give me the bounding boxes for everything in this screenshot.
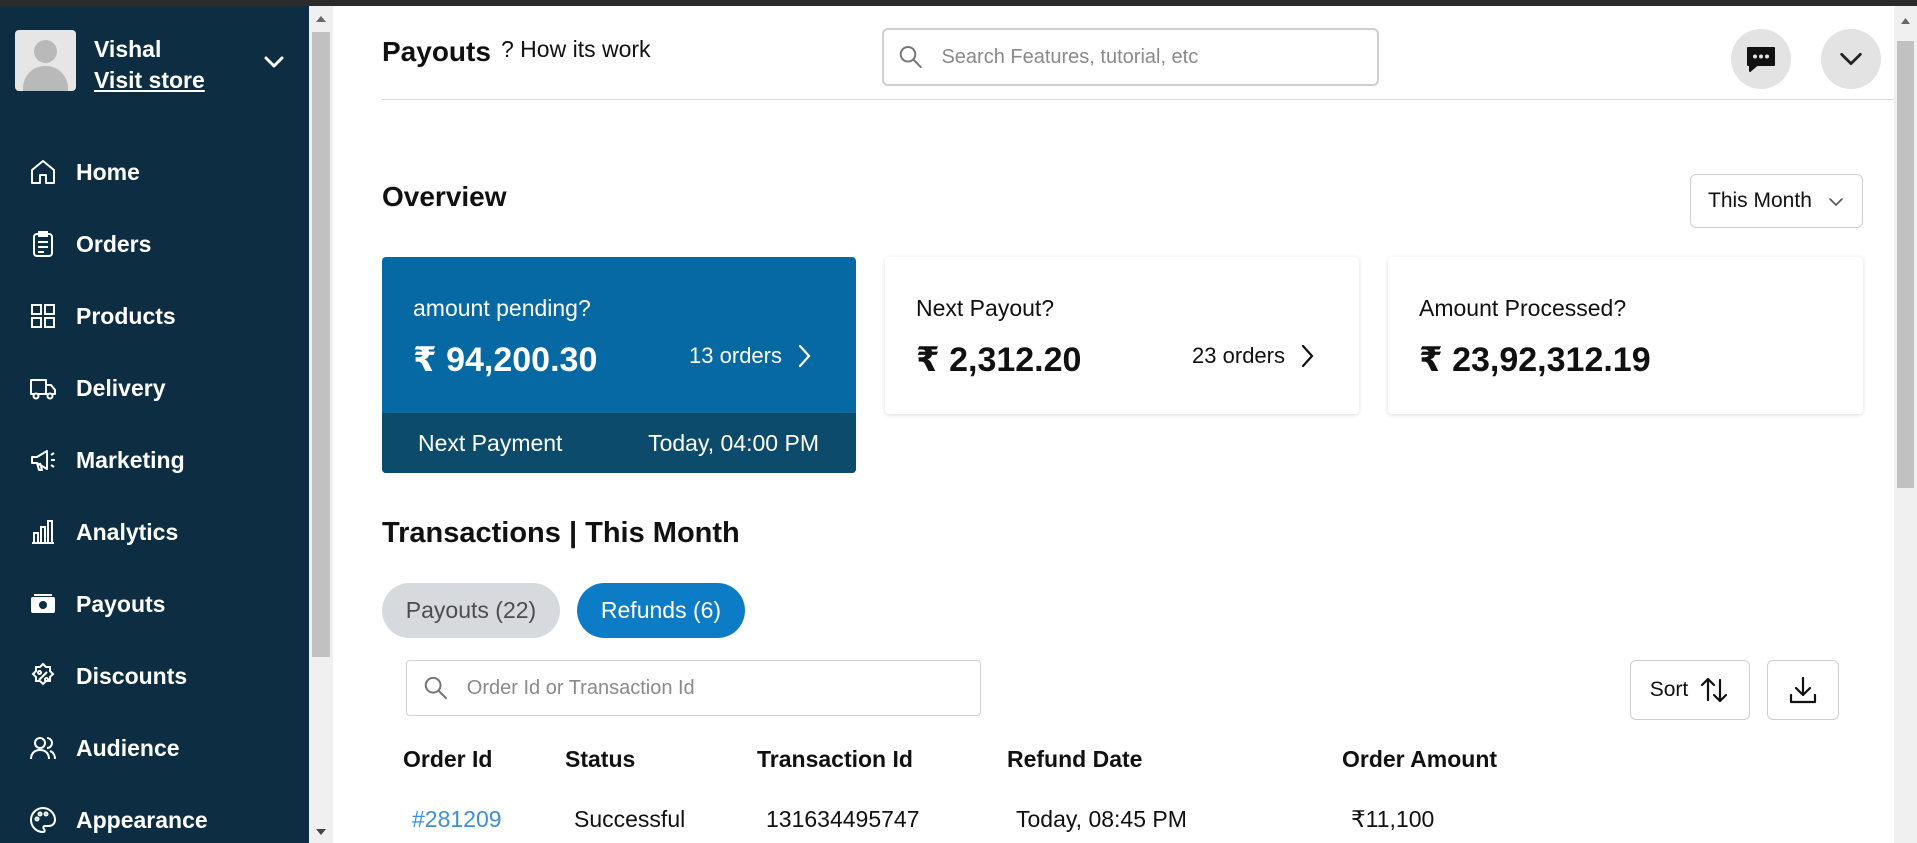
sidebar-item-label: Products <box>76 302 176 329</box>
download-button[interactable] <box>1767 660 1839 720</box>
sidebar-item-home[interactable]: Home <box>0 136 309 208</box>
sidebar-item-marketing[interactable]: Marketing <box>0 424 309 496</box>
tab-refunds[interactable]: Refunds (6) <box>577 583 745 638</box>
scroll-up-arrow-icon[interactable] <box>1900 16 1911 26</box>
column-header-refund-date: Refund Date <box>1007 746 1143 772</box>
chat-icon <box>1747 47 1775 72</box>
order-id-link[interactable]: #281209 <box>412 806 502 833</box>
search-icon <box>899 46 922 68</box>
sidebar-item-label: Marketing <box>76 446 185 473</box>
payouts-icon <box>31 594 55 613</box>
column-header-order-amount: Order Amount <box>1342 746 1498 772</box>
top-header: Payouts ? How its work <box>333 6 1894 112</box>
tab-payouts[interactable]: Payouts (22) <box>382 583 560 638</box>
overview-title: Overview <box>382 181 507 212</box>
column-header-order-id: Order Id <box>403 746 493 772</box>
download-icon <box>1789 676 1817 704</box>
chevron-down-icon[interactable] <box>262 50 286 74</box>
sort-arrows-icon <box>1701 677 1728 703</box>
profile-name: Vishal <box>94 36 162 62</box>
card-amount: ₹ 23,92,312.19 <box>1419 341 1651 379</box>
transaction-search-input[interactable] <box>466 676 980 700</box>
next-payout-orders-link[interactable]: 23 orders <box>1192 343 1317 369</box>
sidebar-item-label: Orders <box>76 230 152 257</box>
page-title: Payouts <box>382 36 491 67</box>
delivery-icon <box>30 379 56 400</box>
chevron-down-icon <box>1840 52 1862 66</box>
next-payout-card: Next Payout? ₹ 2,312.20 23 orders <box>885 257 1359 414</box>
marketing-icon <box>31 450 55 471</box>
sidebar-item-products[interactable]: Products <box>0 280 309 352</box>
discounts-icon <box>31 662 55 686</box>
chevron-right-icon <box>1301 344 1314 368</box>
scrollbar-thumb[interactable] <box>312 32 330 657</box>
sidebar-item-appearance[interactable]: Appearance <box>0 784 309 843</box>
scrollbar-thumb[interactable] <box>1897 41 1914 488</box>
card-amount: ₹ 94,200.30 <box>413 341 598 379</box>
sort-button[interactable]: Sort <box>1630 660 1750 720</box>
sidebar-item-analytics[interactable]: Analytics <box>0 496 309 568</box>
card-label: Amount Processed? <box>1419 295 1627 321</box>
sidebar-item-orders[interactable]: Orders <box>0 208 309 280</box>
page-scrollbar[interactable] <box>1894 6 1917 843</box>
sidebar-item-label: Home <box>76 158 140 185</box>
products-icon <box>31 304 55 328</box>
amount-pending-card: amount pending? ₹ 94,200.30 13 orders Ne… <box>382 257 856 473</box>
header-divider <box>382 99 1894 100</box>
sidebar-item-label: Analytics <box>76 518 179 545</box>
card-amount: ₹ 2,312.20 <box>916 341 1082 379</box>
global-search[interactable] <box>882 28 1379 86</box>
chat-button[interactable] <box>1731 29 1791 89</box>
visit-store-link[interactable]: Visit store <box>94 67 205 94</box>
pending-orders-link[interactable]: 13 orders <box>689 343 814 369</box>
store-profile: Vishal Visit store <box>15 30 294 100</box>
sidebar-item-audience[interactable]: Audience <box>0 712 309 784</box>
period-select[interactable]: This Month <box>1690 174 1863 228</box>
row-order-amount: ₹11,100 <box>1351 806 1435 832</box>
chevron-down-icon <box>1829 198 1843 207</box>
sidebar-item-delivery[interactable]: Delivery <box>0 352 309 424</box>
orders-count: 13 orders <box>689 343 782 368</box>
appearance-icon <box>30 806 57 834</box>
sidebar-scrollbar[interactable] <box>309 6 333 843</box>
user-menu-button[interactable] <box>1821 29 1881 89</box>
sidebar-item-label: Payouts <box>76 590 166 617</box>
transaction-search[interactable] <box>406 660 981 716</box>
next-payment-label: Next Payment <box>418 430 563 456</box>
sort-label: Sort <box>1649 678 1689 701</box>
scroll-up-arrow-icon[interactable] <box>315 14 327 24</box>
avatar[interactable] <box>15 30 76 91</box>
main-content: Payouts ? How its work Overview This Mon… <box>333 6 1894 843</box>
analytics-icon <box>32 520 54 544</box>
home-icon <box>31 160 55 184</box>
orders-icon <box>33 231 53 257</box>
period-select-value: This Month <box>1708 189 1812 212</box>
how-it-works-link[interactable]: ? How its work <box>501 36 651 63</box>
sidebar-item-payouts[interactable]: Payouts <box>0 568 309 640</box>
row-status: Successful <box>574 806 686 832</box>
sidebar-item-label: Delivery <box>76 374 166 401</box>
sidebar-item-label: Audience <box>76 734 180 761</box>
sidebar-item-discounts[interactable]: Discounts <box>0 640 309 712</box>
column-header-transaction-id: Transaction Id <box>757 746 913 772</box>
next-payment-footer: Next Payment Today, 04:00 PM <box>382 413 856 473</box>
sidebar-item-label: Appearance <box>76 806 208 833</box>
search-icon <box>424 676 448 700</box>
audience-icon <box>30 737 56 760</box>
search-input[interactable] <box>941 45 1377 69</box>
card-label: amount pending? <box>413 295 591 321</box>
scroll-down-arrow-icon[interactable] <box>315 827 327 837</box>
orders-count: 23 orders <box>1192 343 1285 368</box>
column-header-status: Status <box>565 746 636 772</box>
transactions-title: Transactions | This Month <box>382 517 740 549</box>
next-payment-time: Today, 04:00 PM <box>648 430 819 456</box>
row-refund-date: Today, 08:45 PM <box>1016 806 1187 832</box>
amount-processed-card: Amount Processed? ₹ 23,92,312.19 <box>1388 257 1863 414</box>
chevron-right-icon <box>798 344 811 368</box>
sidebar-item-label: Discounts <box>76 662 188 689</box>
sidebar-nav: Home Orders Products Delivery Marketing … <box>0 136 309 843</box>
row-transaction-id: 131634495747 <box>766 806 920 832</box>
sidebar: Vishal Visit store Home Orders Products … <box>0 6 309 843</box>
card-label: Next Payout? <box>916 295 1055 321</box>
